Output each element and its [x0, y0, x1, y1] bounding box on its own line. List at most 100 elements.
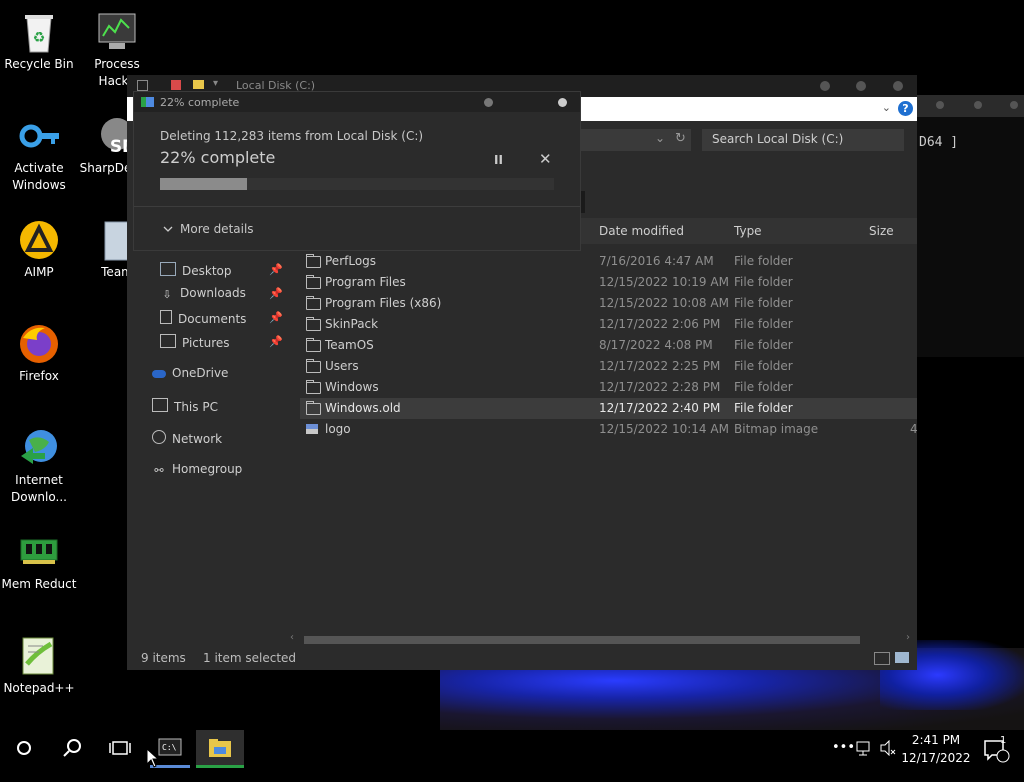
file-row[interactable]: logo 12/15/2022 10:14 AM Bitmap image 4: [300, 419, 918, 440]
large-icons-view-icon[interactable]: [895, 652, 909, 663]
search-icon: [63, 739, 81, 757]
nav-item-documents[interactable]: Documents: [160, 310, 246, 326]
file-row[interactable]: TeamOS 8/17/2022 4:08 PM File folder: [300, 335, 917, 356]
file-type: File folder: [734, 296, 793, 310]
console-close-button[interactable]: [1010, 101, 1018, 109]
file-type: File folder: [734, 254, 793, 268]
nav-label: Desktop: [182, 264, 232, 278]
properties-icon[interactable]: [171, 80, 181, 90]
firefox-icon: [17, 322, 61, 366]
nav-item-homegroup[interactable]: ⚯ Homegroup: [152, 462, 242, 477]
globe-download-icon: [17, 426, 61, 470]
file-row[interactable]: Windows 12/17/2022 2:28 PM File folder: [300, 377, 917, 398]
desktop-icon-label: Firefox: [19, 369, 59, 383]
console-minimize-button[interactable]: [936, 101, 944, 109]
file-row[interactable]: Users 12/17/2022 2:25 PM File folder: [300, 356, 917, 377]
file-operation-icon: [141, 97, 154, 107]
file-name: Program Files: [325, 275, 406, 289]
nav-label: This PC: [174, 400, 218, 414]
file-type: File folder: [734, 401, 793, 415]
desktop-icon-mem-reduct[interactable]: Mem Reduct: [0, 530, 78, 593]
nav-item-network[interactable]: Network: [152, 430, 222, 446]
console-maximize-button[interactable]: [974, 101, 982, 109]
delete-progress-dialog[interactable]: 22% complete Deleting 112,283 items from…: [133, 91, 581, 251]
column-header-type[interactable]: Type: [734, 224, 762, 238]
task-view-button[interactable]: [96, 730, 144, 768]
window-menu-icon[interactable]: [137, 80, 148, 91]
scroll-left-icon[interactable]: ‹: [290, 632, 294, 643]
nav-item-downloads[interactable]: ⇩ Downloads: [160, 286, 246, 301]
dialog-close-button[interactable]: [558, 98, 567, 107]
file-row[interactable]: Program Files (x86) 12/15/2022 10:08 AM …: [300, 293, 917, 314]
close-button[interactable]: [893, 81, 903, 91]
file-row-selected[interactable]: Windows.old 12/17/2022 2:40 PM File fold…: [300, 398, 917, 419]
nav-item-this-pc[interactable]: This PC: [152, 398, 218, 414]
new-folder-icon[interactable]: [193, 80, 204, 89]
address-dropdown-icon[interactable]: ⌄: [655, 131, 665, 145]
column-header-size[interactable]: Size: [869, 224, 894, 238]
desktop-icon-notepad-plus-plus[interactable]: Notepad++: [0, 634, 78, 697]
minimize-button[interactable]: [820, 81, 830, 91]
column-header-date[interactable]: Date modified: [599, 224, 684, 238]
dialog-title-bar[interactable]: 22% complete: [134, 92, 580, 112]
clock-time: 2:41 PM: [911, 733, 961, 747]
system-clock[interactable]: 2:41 PM 12/17/2022: [896, 731, 976, 767]
folder-icon: [306, 254, 321, 268]
file-row[interactable]: SkinPack 12/17/2022 2:06 PM File folder: [300, 314, 917, 335]
svg-text:C:\: C:\: [162, 743, 177, 752]
search-button[interactable]: [48, 730, 96, 768]
nav-label: Pictures: [182, 336, 230, 350]
file-date: 12/15/2022 10:19 AM: [599, 275, 729, 289]
desktop-icon-internet-download[interactable]: Internet Downlo...: [0, 426, 78, 506]
network-tray-icon[interactable]: [856, 740, 874, 760]
nav-label: Network: [172, 432, 223, 446]
details-view-icon[interactable]: [874, 652, 890, 665]
address-bar[interactable]: ⌄ ↻: [579, 129, 691, 151]
horizontal-scrollbar[interactable]: ‹ ›: [290, 632, 912, 645]
pause-button[interactable]: II: [494, 153, 503, 167]
nav-item-pictures[interactable]: Pictures: [160, 334, 230, 350]
scrollbar-thumb[interactable]: [304, 636, 860, 644]
desktop-icon-firefox[interactable]: Firefox: [0, 322, 78, 385]
recycle-bin-icon: ♻: [17, 10, 61, 54]
start-button[interactable]: [0, 730, 48, 768]
maximize-button[interactable]: [856, 81, 866, 91]
file-type: File folder: [734, 317, 793, 331]
file-date: 12/17/2022 2:40 PM: [599, 401, 721, 415]
volume-muted-icon[interactable]: [879, 739, 897, 760]
help-icon[interactable]: ?: [898, 101, 913, 116]
dialog-minimize-button[interactable]: [484, 98, 493, 107]
refresh-icon[interactable]: ↻: [675, 131, 686, 146]
more-details-toggle[interactable]: More details: [162, 222, 254, 236]
taskbar-app-file-explorer[interactable]: [196, 730, 244, 768]
nav-item-desktop[interactable]: Desktop: [160, 262, 232, 278]
background-console-window[interactable]: D64 ]: [905, 95, 1024, 357]
desktop-icon-aimp[interactable]: AIMP: [0, 218, 78, 281]
quick-access-dropdown-icon[interactable]: ▾: [213, 78, 218, 89]
chevron-down-icon: [162, 223, 174, 235]
file-row[interactable]: Program Files 12/15/2022 10:19 AM File f…: [300, 272, 917, 293]
pin-icon[interactable]: 📌: [269, 263, 283, 276]
ribbon-expand-chevron-icon[interactable]: ⌄: [882, 101, 891, 114]
pin-icon[interactable]: 📌: [269, 311, 283, 324]
file-row[interactable]: PerfLogs 7/16/2016 4:47 AM File folder: [300, 251, 917, 272]
picture-icon: [160, 334, 176, 348]
desktop-icon-activate-windows[interactable]: Activate Windows: [0, 114, 78, 194]
file-name: PerfLogs: [325, 254, 377, 268]
show-hidden-icons-button[interactable]: •••: [832, 740, 855, 755]
svg-text:♻: ♻: [33, 30, 46, 46]
document-icon: [160, 310, 172, 324]
desktop-icon: [160, 262, 176, 276]
percent-complete-label: 22% complete: [160, 148, 276, 167]
pin-icon[interactable]: 📌: [269, 335, 283, 348]
nav-item-onedrive[interactable]: OneDrive: [152, 366, 228, 380]
action-center-button[interactable]: 1: [976, 730, 1024, 768]
pin-icon[interactable]: 📌: [269, 287, 283, 300]
file-date: 7/16/2016 4:47 AM: [599, 254, 714, 268]
desktop-icon-recycle-bin[interactable]: ♻ Recycle Bin: [0, 10, 78, 73]
more-details-label: More details: [180, 222, 254, 236]
key-icon: [17, 114, 61, 158]
search-box[interactable]: Search Local Disk (C:): [702, 129, 904, 151]
scroll-right-icon[interactable]: ›: [906, 632, 910, 643]
cancel-operation-button[interactable]: ✕: [539, 150, 552, 168]
